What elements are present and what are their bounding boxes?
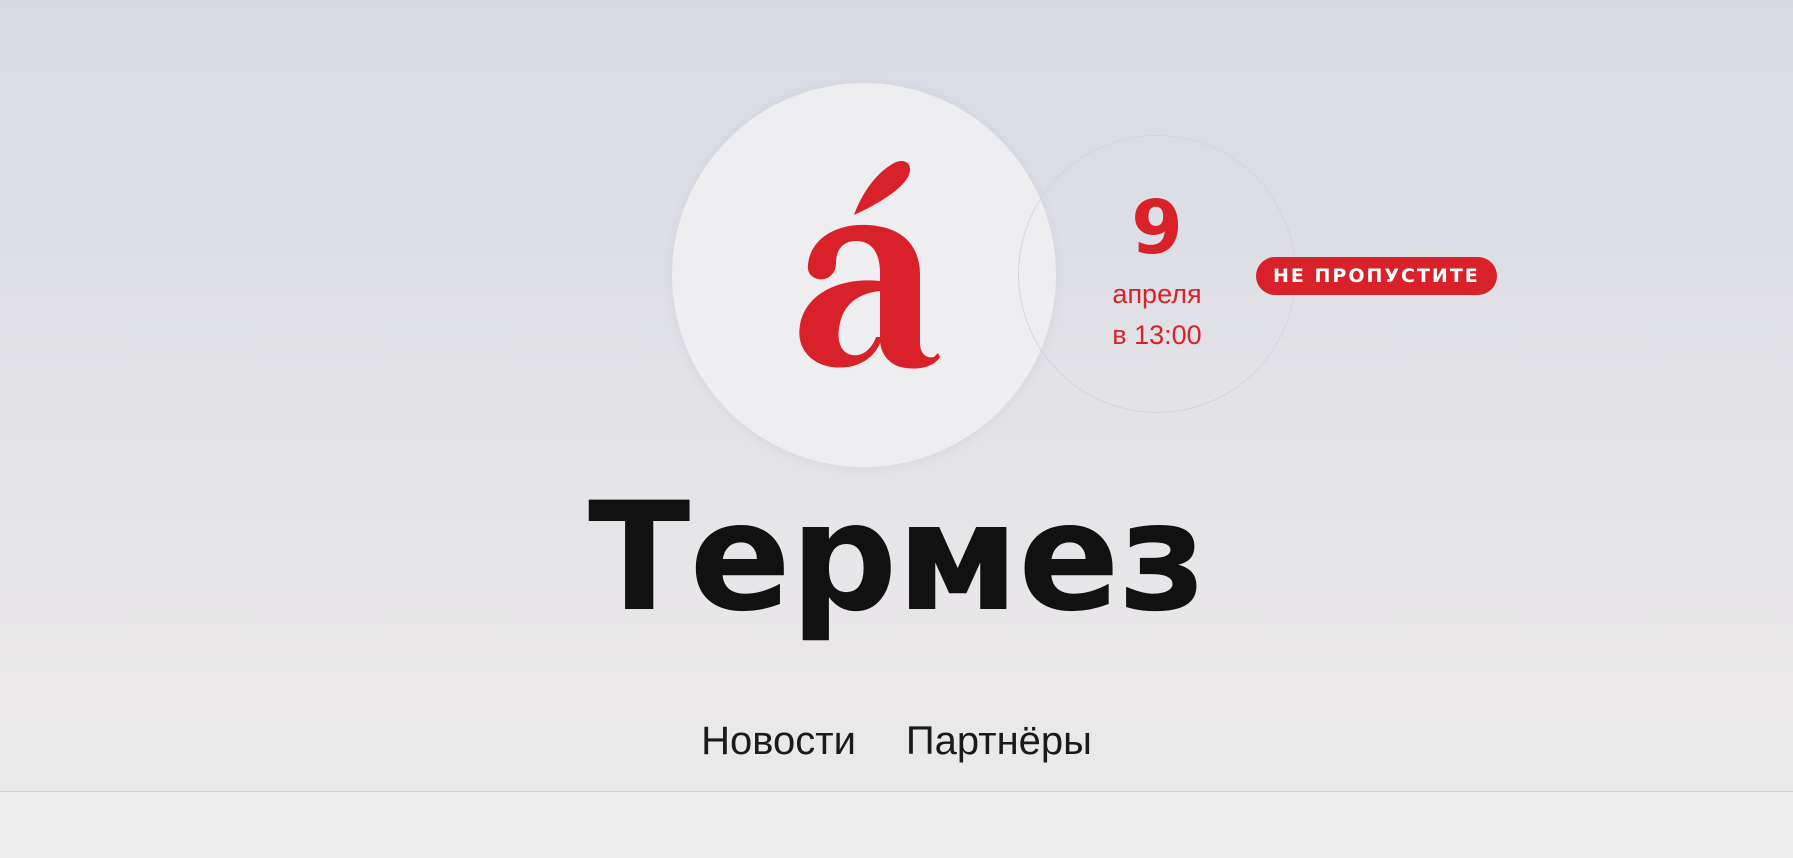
event-date-circle[interactable]: 9 апреля в 13:00 <box>1018 135 1296 413</box>
nav-item-news[interactable]: Новости <box>701 715 856 767</box>
page-title: Термез <box>588 471 1206 645</box>
brand-a-acute-icon <box>799 160 940 369</box>
hero-section: 9 апреля в 13:00 НЕ ПРОПУСТИТЕ Термез Но… <box>0 0 1793 792</box>
dont-miss-badge[interactable]: НЕ ПРОПУСТИТЕ <box>1256 257 1497 295</box>
event-month: апреля <box>1112 279 1202 309</box>
content-area <box>0 792 1793 858</box>
event-day: 9 <box>1131 185 1183 271</box>
brand-logo-circle[interactable] <box>672 83 1056 467</box>
nav-item-partners[interactable]: Партнёры <box>906 715 1092 767</box>
event-time: в 13:00 <box>1112 320 1202 350</box>
main-nav: Новости Партнёры <box>0 715 1793 767</box>
